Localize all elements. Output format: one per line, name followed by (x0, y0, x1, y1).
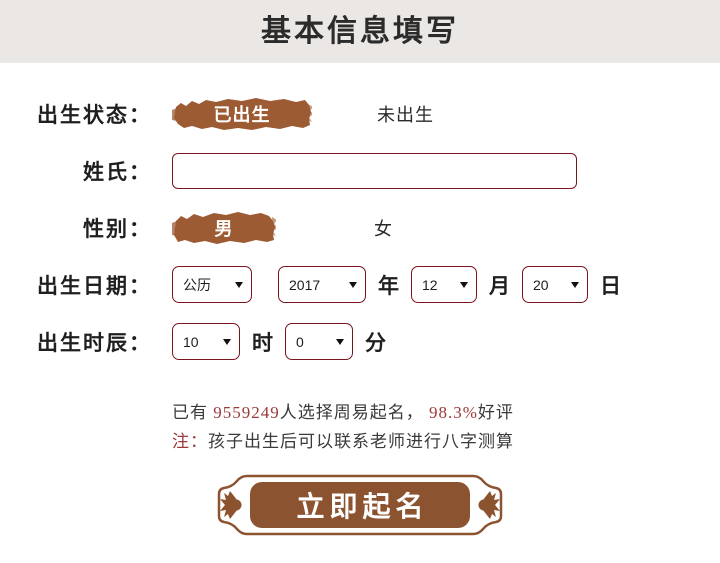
fields-gender: 男 女 (152, 210, 393, 246)
option-gender-male-label: 男 (214, 218, 234, 239)
select-hour-value: 10 (183, 333, 199, 350)
chevron-down-icon (223, 338, 231, 345)
select-day[interactable]: 20 (522, 266, 588, 303)
select-minute[interactable]: 0 (285, 323, 353, 360)
option-gender-female[interactable]: 女 (374, 215, 393, 241)
form-row-birth-status: 出生状态： 已出生 未出生 (0, 85, 720, 142)
select-month-value: 12 (422, 276, 438, 293)
select-calendar-type[interactable]: 公历 (172, 266, 252, 303)
submit-area: 立即起名 (0, 456, 720, 536)
select-day-value: 20 (533, 276, 549, 293)
select-month[interactable]: 12 (411, 266, 477, 303)
note-label: 注： (172, 432, 208, 451)
note-line: 注：孩子出生后可以联系老师进行八字测算 (172, 427, 720, 456)
unit-month: 月 (489, 273, 510, 298)
page-title: 基本信息填写 (261, 14, 459, 48)
fields-birth-date: 公历 2017 年 12 月 20 日 (152, 266, 621, 303)
stats-suffix: 好评 (477, 403, 514, 422)
stats-middle: 人选择周易起名， (279, 403, 429, 422)
plaque-frame-icon (217, 474, 503, 536)
fields-surname (152, 152, 577, 189)
form-row-birth-date: 出生日期： 公历 2017 年 12 月 20 日 (0, 256, 720, 313)
notes-area: 已有 9559249人选择周易起名， 98.3%好评 注：孩子出生后可以联系老师… (0, 370, 720, 456)
chevron-down-icon (571, 281, 579, 288)
form-row-birth-time: 出生时辰： 10 时 0 分 (0, 313, 720, 370)
chevron-down-icon (235, 281, 243, 288)
label-birth-time: 出生时辰： (37, 330, 152, 355)
form-row-surname: 姓氏： (0, 142, 720, 199)
stats-rating: 98.3% (429, 403, 478, 422)
label-surname: 姓氏： (83, 159, 152, 184)
label-gender: 性别： (83, 216, 152, 241)
unit-hour: 时 (252, 330, 273, 355)
option-birth-status-unborn[interactable]: 未出生 (377, 101, 434, 127)
stats-line: 已有 9559249人选择周易起名， 98.3%好评 (172, 398, 720, 427)
unit-day: 日 (600, 273, 621, 298)
select-minute-value: 0 (296, 333, 304, 350)
unit-year: 年 (378, 273, 399, 298)
chevron-down-icon (460, 281, 468, 288)
fields-birth-time: 10 时 0 分 (152, 323, 386, 360)
chevron-down-icon (349, 281, 357, 288)
select-hour[interactable]: 10 (172, 323, 240, 360)
stats-prefix: 已有 (172, 403, 214, 422)
label-birth-status: 出生状态： (37, 102, 152, 127)
page-header: 基本信息填写 (0, 0, 720, 63)
option-gender-male[interactable]: 男 (172, 210, 276, 246)
submit-button[interactable]: 立即起名 (217, 474, 503, 536)
surname-input[interactable] (172, 152, 577, 189)
note-text: 孩子出生后可以联系老师进行八字测算 (208, 432, 514, 451)
select-calendar-type-value: 公历 (183, 276, 211, 293)
form-row-gender: 性别： 男 女 (0, 199, 720, 256)
select-year[interactable]: 2017 (278, 266, 366, 303)
label-birth-date: 出生日期： (37, 273, 152, 298)
option-birth-status-born-label: 已出生 (213, 104, 271, 125)
stats-count: 9559249 (213, 403, 280, 422)
chevron-down-icon (336, 338, 344, 345)
unit-minute: 分 (365, 330, 386, 355)
select-year-value: 2017 (289, 276, 321, 293)
form-area: 出生状态： 已出生 未出生 姓氏： 性别： 男 女 出生日期： 公历 2017 … (0, 63, 720, 370)
option-birth-status-born[interactable]: 已出生 (172, 96, 312, 132)
fields-birth-status: 已出生 未出生 (152, 96, 434, 132)
